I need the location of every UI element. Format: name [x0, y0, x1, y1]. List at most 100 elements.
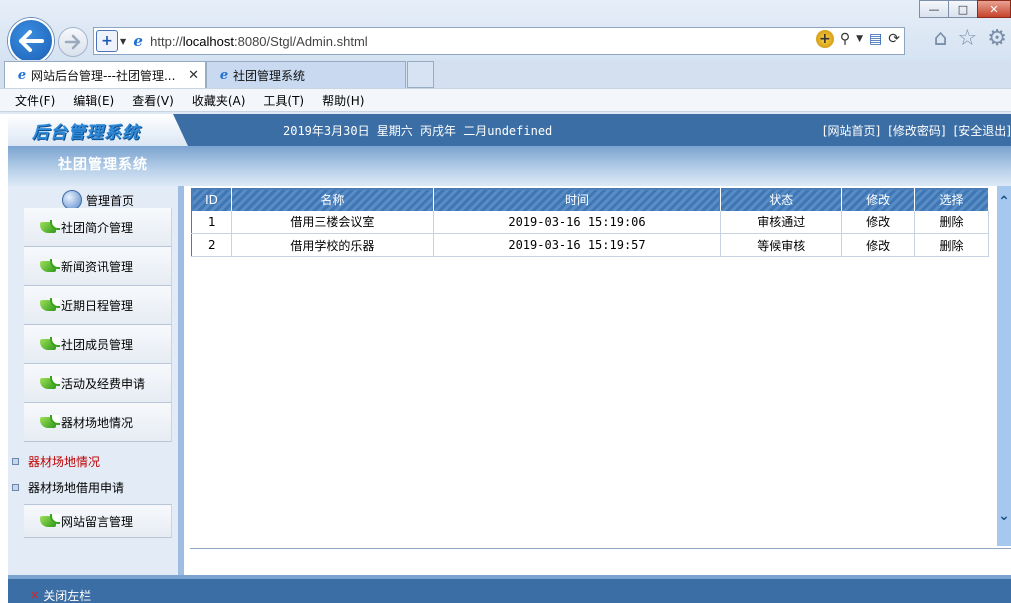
arrow-left-icon [19, 30, 44, 52]
col-time: 时间 [433, 188, 722, 211]
table-row: 1 借用三楼会议室 2019-03-16 15:19:06 审核通过 修改 删除 [191, 210, 989, 234]
forward-button[interactable] [58, 27, 88, 57]
tab-strip: e 网站后台管理---社团管理... ✕ e 社团管理系统 [0, 60, 1011, 88]
cell-name: 借用学校的乐器 [231, 233, 434, 257]
link-logout[interactable]: [安全退出] [954, 122, 1011, 139]
content-divider [190, 548, 1011, 549]
page-icon[interactable]: ▤ [869, 31, 882, 47]
globe-icon [62, 190, 82, 210]
leaf-icon [40, 514, 60, 528]
sidebar-item-label: 器材场地情况 [61, 415, 134, 430]
new-tab-button[interactable] [407, 61, 434, 88]
leaf-icon [40, 298, 60, 312]
page-header: 后台管理系统 2019年3月30日 星期六 丙戌年 二月undefined [网… [8, 114, 1011, 146]
cell-status: 等候审核 [720, 233, 843, 257]
col-id: ID [191, 188, 232, 211]
star-icon[interactable]: ☆ [958, 26, 978, 51]
menu-file[interactable]: 文件(F) [15, 92, 55, 109]
data-table: ID 名称 时间 状态 修改 选择 1 借用三楼会议室 2019-03-16 1… [191, 188, 989, 257]
menu-view[interactable]: 查看(V) [132, 92, 174, 109]
subitem-label: 器材场地借用申请 [28, 480, 125, 495]
bullet-icon [12, 457, 19, 465]
home-icon[interactable]: ⌂ [934, 26, 948, 51]
col-status: 状态 [720, 188, 843, 211]
cell-name: 借用三楼会议室 [231, 210, 434, 234]
cell-time: 2019-03-16 15:19:06 [433, 210, 722, 234]
subitem-equipment-status[interactable]: 器材场地情况 [12, 448, 172, 474]
close-sidebar-button[interactable]: ✕ 关闭左栏 [30, 587, 91, 603]
window-controls: — □ ✕ [919, 0, 1011, 18]
sidebar-item-club-intro[interactable]: 社团简介管理 [24, 208, 172, 247]
address-tools: + ⚲ ▼ ▤ ⟳ [815, 30, 900, 48]
address-bar[interactable]: + ▼ e http://localhost:8080/Stgl/Admin.s… [93, 27, 905, 55]
sidebar-item-activity-funding[interactable]: 活动及经费申请 [24, 364, 172, 403]
sidebar-item-news[interactable]: 新闻资讯管理 [24, 247, 172, 286]
sidebar-item-label: 社团成员管理 [61, 337, 134, 352]
ie-icon: e [219, 67, 229, 83]
url-text[interactable]: http://localhost:8080/Stgl/Admin.shtml [150, 34, 368, 49]
url-prefix: http:// [150, 33, 183, 49]
sidebar-sublist: 器材场地情况 器材场地借用申请 [12, 442, 172, 504]
leaf-icon [40, 259, 60, 273]
vertical-scrollbar[interactable]: ⌃ ⌄ [997, 186, 1011, 546]
browser-right-tools: ⌂ ☆ ⚙ [934, 26, 1007, 51]
url-rest: :8080/Stgl/Admin.shtml [234, 33, 368, 49]
col-edit: 修改 [841, 188, 916, 211]
link-change-password[interactable]: [修改密码] [888, 122, 945, 139]
close-sidebar-label: 关闭左栏 [43, 589, 92, 603]
browser-chrome: — □ ✕ + ▼ e http://localhost:8080/Stgl/A… [0, 0, 1011, 114]
sidebar-item-label: 网站留言管理 [61, 514, 134, 529]
ie-icon: e [133, 32, 143, 50]
refresh-icon[interactable]: ⟳ [888, 31, 900, 47]
search-icon[interactable]: ⚲ [840, 31, 850, 47]
menu-edit[interactable]: 编辑(E) [73, 92, 114, 109]
close-window-button[interactable]: ✕ [977, 0, 1011, 18]
edit-link[interactable]: 修改 [841, 210, 916, 234]
sidebar-home-label: 管理首页 [86, 193, 135, 208]
sidebar-item-messages[interactable]: 网站留言管理 [24, 504, 172, 538]
subitem-equipment-borrow[interactable]: 器材场地借用申请 [12, 474, 172, 500]
leaf-icon [40, 220, 60, 234]
cell-id: 2 [191, 233, 232, 257]
sidebar-item-equipment[interactable]: 器材场地情况 [24, 403, 172, 442]
tab-admin[interactable]: e 网站后台管理---社团管理... ✕ [4, 61, 206, 88]
url-host: localhost [182, 33, 234, 49]
cell-status: 审核通过 [720, 210, 843, 234]
page-footer: ✕ 关闭左栏 [8, 575, 1011, 603]
sidebar-home[interactable]: 管理首页 [62, 190, 134, 210]
link-site-home[interactable]: [网站首页] [823, 122, 880, 139]
scroll-down-icon[interactable]: ⌄ [997, 508, 1011, 524]
delete-link[interactable]: 删除 [914, 233, 989, 257]
chevron-down-icon[interactable]: ▼ [120, 37, 126, 46]
minimize-button[interactable]: — [919, 0, 949, 18]
edit-link[interactable]: 修改 [841, 233, 916, 257]
scroll-up-icon[interactable]: ⌃ [997, 194, 1011, 210]
close-icon[interactable]: ✕ [188, 68, 199, 83]
close-icon: ✕ [30, 589, 40, 602]
maximize-button[interactable]: □ [948, 0, 978, 18]
cell-time: 2019-03-16 15:19:57 [433, 233, 722, 257]
page: 后台管理系统 2019年3月30日 星期六 丙戌年 二月undefined [网… [8, 114, 1011, 603]
delete-link[interactable]: 删除 [914, 210, 989, 234]
sidebar-item-members[interactable]: 社团成员管理 [24, 325, 172, 364]
shield-icon[interactable]: + [96, 30, 118, 52]
leaf-icon [40, 415, 60, 429]
logo: 后台管理系统 [32, 122, 140, 143]
compat-view-icon[interactable]: + [815, 30, 834, 48]
col-name: 名称 [231, 188, 434, 211]
date-display: 2019年3月30日 星期六 丙戌年 二月undefined [283, 124, 553, 138]
system-name: 社团管理系统 [58, 157, 148, 173]
sidebar-item-label: 社团简介管理 [61, 220, 134, 235]
chevron-down-icon[interactable]: ▼ [856, 34, 863, 44]
back-button[interactable] [8, 18, 54, 64]
menu-favorites[interactable]: 收藏夹(A) [192, 92, 246, 109]
menu-help[interactable]: 帮助(H) [322, 92, 364, 109]
leaf-icon [40, 376, 60, 390]
leaf-icon [40, 337, 60, 351]
menu-tools[interactable]: 工具(T) [263, 92, 304, 109]
gear-icon[interactable]: ⚙ [987, 26, 1007, 51]
arrow-right-icon [64, 34, 81, 50]
menu-bar: 文件(F) 编辑(E) 查看(V) 收藏夹(A) 工具(T) 帮助(H) [0, 88, 1011, 112]
tab-club[interactable]: e 社团管理系统 [206, 61, 406, 88]
sidebar-item-schedule[interactable]: 近期日程管理 [24, 286, 172, 325]
